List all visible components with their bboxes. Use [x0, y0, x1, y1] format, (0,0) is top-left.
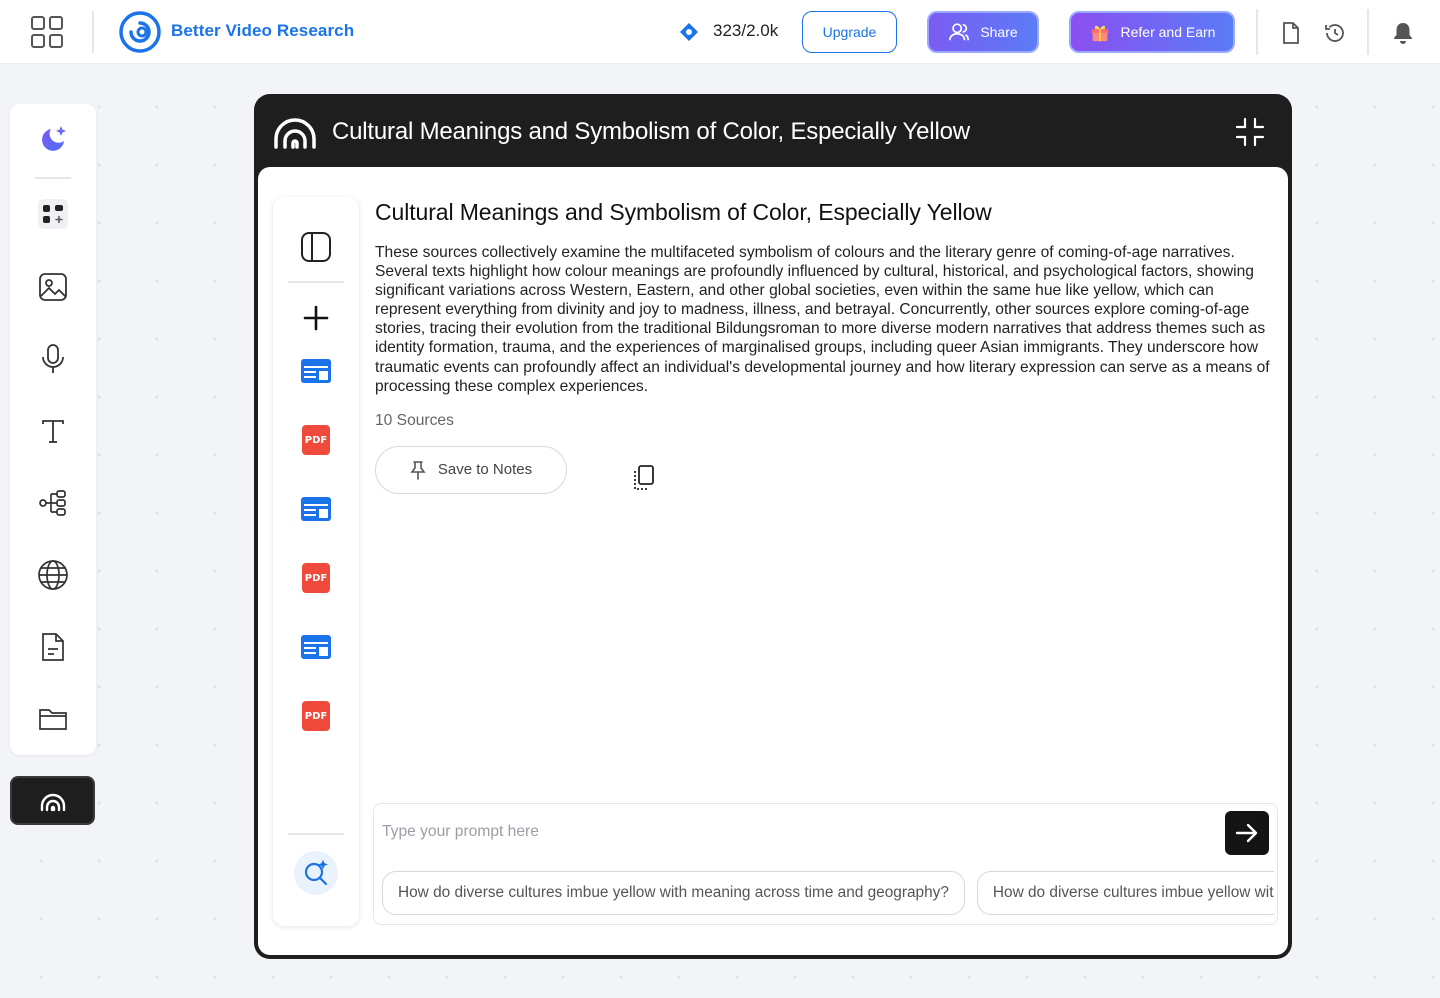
arrow-right-icon	[1235, 823, 1258, 843]
document-icon[interactable]	[34, 628, 72, 666]
credit-diamond-icon	[678, 21, 700, 43]
social-apps-icon[interactable]	[34, 195, 72, 233]
upgrade-button[interactable]: Upgrade	[802, 11, 897, 53]
summary-actions: Save to Notes	[375, 445, 1281, 496]
summary-content: Cultural Meanings and Symbolism of Color…	[375, 197, 1281, 496]
suggestion-chip[interactable]: How do diverse cultures imbue yellow wit…	[976, 871, 1274, 915]
sources-count[interactable]: 10 Sources	[375, 412, 1281, 430]
microphone-icon[interactable]	[34, 340, 72, 378]
pdf-label: PDF	[302, 701, 330, 731]
pdf-source-icon[interactable]: PDF	[298, 560, 334, 596]
credits-counter: 323/2.0k	[713, 21, 779, 40]
ai-search-icon[interactable]	[294, 851, 338, 895]
divider	[92, 11, 94, 53]
pdf-source-icon[interactable]: PDF	[298, 422, 334, 458]
pin-icon	[410, 460, 426, 480]
podcast-icon	[40, 793, 65, 811]
panel-body: PDF PDF PDF Cultural Meanings and Symbol…	[258, 167, 1288, 955]
tool-sidebar	[10, 104, 96, 755]
refer-label: Refer and Earn	[1120, 24, 1216, 40]
globe-icon[interactable]	[34, 556, 72, 594]
pdf-label: PDF	[302, 425, 330, 455]
save-to-notes-button[interactable]: Save to Notes	[375, 445, 567, 494]
share-button[interactable]: Share	[927, 11, 1039, 53]
suggestion-chips: How do diverse cultures imbue yellow wit…	[382, 871, 1274, 917]
web-source-icon[interactable]	[298, 491, 334, 527]
prompt-input[interactable]	[382, 812, 1212, 852]
collapse-icon[interactable]	[1234, 116, 1266, 148]
user-share-icon	[949, 23, 970, 41]
divider	[1256, 9, 1258, 55]
suggestion-chip[interactable]: How do diverse cultures imbue yellow wit…	[382, 871, 965, 915]
share-label: Share	[980, 24, 1018, 40]
sidebar-toggle-icon[interactable]	[298, 229, 334, 265]
refer-and-earn-button[interactable]: Refer and Earn	[1069, 11, 1235, 53]
summary-text: These sources collectively examine the m…	[375, 244, 1270, 395]
gift-icon	[1091, 25, 1108, 42]
history-icon[interactable]	[1322, 20, 1348, 46]
web-source-icon[interactable]	[298, 629, 334, 665]
image-icon[interactable]	[34, 268, 72, 306]
divider	[35, 177, 71, 179]
save-to-notes-label: Save to Notes	[437, 461, 533, 479]
divider	[288, 281, 344, 283]
apps-grid-icon[interactable]	[26, 12, 68, 52]
web-source-icon[interactable]	[298, 353, 334, 389]
divider	[1367, 9, 1369, 55]
mindmap-icon[interactable]	[34, 484, 72, 522]
pdf-label: PDF	[302, 563, 330, 593]
prompt-box: How do diverse cultures imbue yellow wit…	[373, 803, 1278, 925]
podcast-panel: Cultural Meanings and Symbolism of Color…	[254, 94, 1292, 959]
podcast-icon	[272, 114, 318, 150]
folder-icon[interactable]	[34, 700, 72, 738]
bell-icon[interactable]	[1390, 20, 1416, 46]
add-source-icon[interactable]	[298, 300, 334, 336]
summary-title: Cultural Meanings and Symbolism of Color…	[375, 199, 992, 225]
sources-rail: PDF PDF PDF	[273, 197, 359, 926]
brand-name[interactable]: Better Video Research	[171, 21, 354, 41]
pdf-source-icon[interactable]: PDF	[298, 698, 334, 734]
divider	[288, 833, 344, 835]
podcast-tool-button[interactable]	[10, 776, 95, 825]
copy-icon[interactable]	[630, 464, 658, 492]
top-bar: Better Video Research 323/2.0k Upgrade S…	[0, 0, 1440, 64]
document-icon[interactable]	[1278, 20, 1304, 46]
ai-assistant-icon[interactable]	[34, 121, 72, 159]
send-button[interactable]	[1225, 811, 1269, 855]
brand-logo-icon[interactable]	[118, 10, 162, 54]
panel-title: Cultural Meanings and Symbolism of Color…	[332, 118, 970, 145]
text-icon[interactable]	[34, 412, 72, 450]
